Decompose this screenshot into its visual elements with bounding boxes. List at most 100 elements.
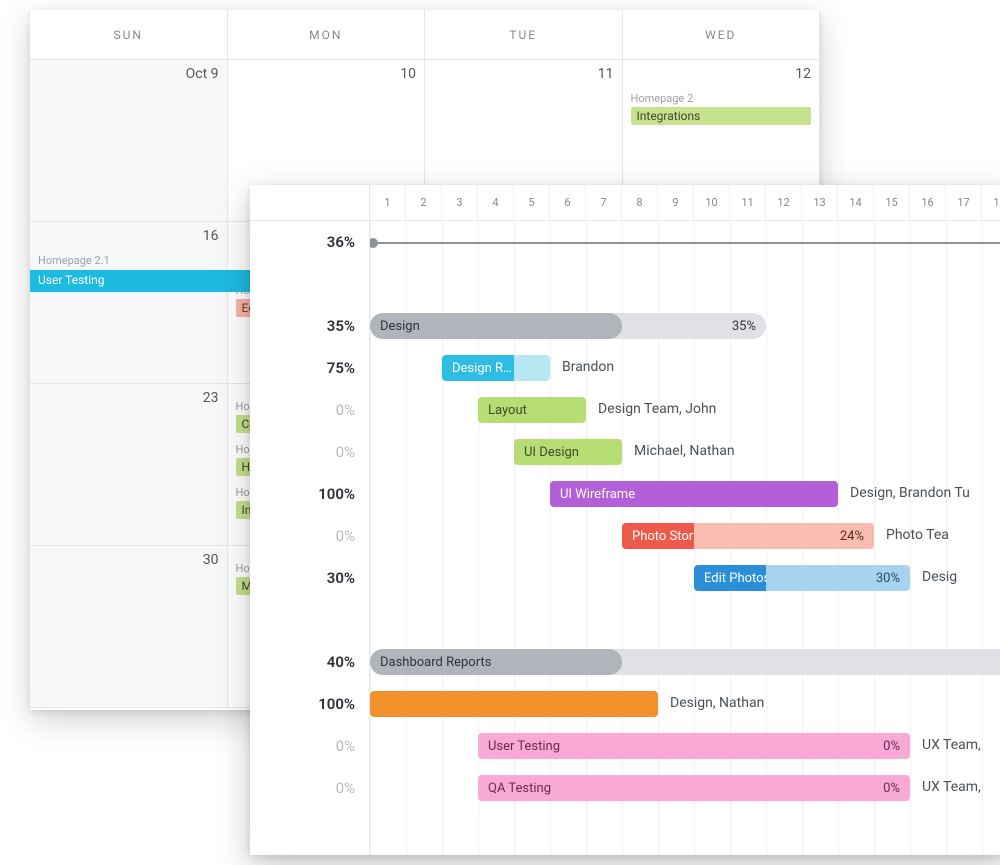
task-label: Photo Story xyxy=(622,523,694,549)
ruler-day: 18 xyxy=(982,185,1000,220)
gantt-task-bar[interactable]: QA Testing 0% xyxy=(478,775,910,801)
task-assignee: UX Team, xyxy=(922,779,981,795)
gantt-task-bar[interactable]: Design R… xyxy=(442,355,550,381)
ruler-day: 15 xyxy=(874,185,910,220)
task-percent: 0% xyxy=(875,781,900,796)
gantt-row: Photo Story24% Photo Tea xyxy=(370,515,1000,557)
ruler-day: 12 xyxy=(766,185,802,220)
gantt-task-bar[interactable]: UI Design xyxy=(514,439,622,465)
event-chip[interactable]: Integrations xyxy=(631,107,812,125)
ruler-day: 13 xyxy=(802,185,838,220)
calendar-day-header: SUN MON TUE WED xyxy=(30,10,820,60)
task-label: Edit Photos xyxy=(694,565,766,591)
task-label: User Testing xyxy=(488,739,560,754)
gantt-row: UI Design Michael, Nathan xyxy=(370,431,1000,473)
task-percent: 30% xyxy=(766,565,910,591)
task-assignee: Michael, Nathan xyxy=(634,443,735,459)
gantt-row: Layout Design Team, John xyxy=(370,389,1000,431)
ruler-day: 10 xyxy=(694,185,730,220)
gantt-task-bar[interactable]: Photo Story24% xyxy=(622,523,874,549)
gantt-row: Design, Nathan xyxy=(370,683,1000,725)
calendar-cell[interactable]: Oct 9 xyxy=(30,60,228,222)
progress-percent: 0% xyxy=(250,389,369,431)
group-label: Design xyxy=(380,319,420,334)
ruler-day: 14 xyxy=(838,185,874,220)
gantt-row: User Testing 0% UX Team, xyxy=(370,725,1000,767)
event-title: Homepage 2 xyxy=(631,92,812,105)
gantt-group-progress[interactable]: Design xyxy=(370,313,622,339)
progress-percent: 75% xyxy=(250,347,369,389)
gantt-task-bar[interactable]: Edit Photos30% xyxy=(694,565,910,591)
calendar-cell[interactable]: 16 Homepage 2.1 xyxy=(30,222,228,384)
task-label: UI Design xyxy=(524,445,579,460)
task-assignee: Photo Tea xyxy=(886,527,949,543)
cell-date: 10 xyxy=(236,66,417,82)
task-assignee: Design, Nathan xyxy=(670,695,764,711)
gantt-row: Edit Photos30% Desig xyxy=(370,557,1000,599)
timeline-separator xyxy=(370,242,1000,244)
gantt-task-bar[interactable]: Layout xyxy=(478,397,586,423)
task-assignee: Desig xyxy=(922,569,957,585)
group-percent: 35% xyxy=(724,319,756,334)
progress-percent: 30% xyxy=(250,557,369,599)
ruler-day: 4 xyxy=(478,185,514,220)
cell-date: 16 xyxy=(38,228,219,244)
task-assignee: Design Team, John xyxy=(598,401,716,417)
progress-percent: 40% xyxy=(250,641,369,683)
event-title: Homepage 2.1 xyxy=(38,254,219,267)
gantt-row: 35% Design xyxy=(370,305,1000,347)
ruler-day: 3 xyxy=(442,185,478,220)
progress-percent: 0% xyxy=(250,767,369,809)
progress-percent: 0% xyxy=(250,515,369,557)
ruler-day: 5 xyxy=(514,185,550,220)
task-percent: 0% xyxy=(875,739,900,754)
progress-percent xyxy=(250,599,369,641)
gantt-row xyxy=(370,221,1000,263)
progress-percent xyxy=(250,263,369,305)
calendar-cell[interactable]: 30 xyxy=(30,546,228,708)
gantt-row: UI Wireframe Design, Brandon Tu xyxy=(370,473,1000,515)
ruler-day: 7 xyxy=(586,185,622,220)
progress-percent: 100% xyxy=(250,473,369,515)
day-wed: WED xyxy=(623,10,821,59)
task-label: QA Testing xyxy=(488,781,551,796)
gantt-left-column: 36%35%75%0%0%100%0%30%40%100%0%0% xyxy=(250,185,370,855)
task-label: Layout xyxy=(488,403,527,418)
gantt-task-bar[interactable]: UI Wireframe xyxy=(550,481,838,507)
cell-date: 23 xyxy=(38,390,219,406)
day-tue: TUE xyxy=(425,10,623,59)
gantt-group-progress[interactable]: Dashboard Reports xyxy=(370,649,622,675)
gantt-timeline[interactable]: 123456789101112131415161718 35%DesignDes… xyxy=(370,185,1000,855)
gantt-row xyxy=(370,263,1000,305)
task-label: Design R… xyxy=(442,355,514,381)
ruler-day: 2 xyxy=(406,185,442,220)
ruler-day: 11 xyxy=(730,185,766,220)
gantt-task-bar[interactable] xyxy=(370,691,658,717)
day-mon: MON xyxy=(228,10,426,59)
progress-percent: 100% xyxy=(250,683,369,725)
progress-percent: 36% xyxy=(250,221,369,263)
ruler-day: 6 xyxy=(550,185,586,220)
gantt-ruler: 123456789101112131415161718 xyxy=(370,185,1000,221)
ruler-day: 16 xyxy=(910,185,946,220)
calendar-cell[interactable]: 23 xyxy=(30,384,228,546)
gantt-card: 36%35%75%0%0%100%0%30%40%100%0%0% 123456… xyxy=(250,185,1000,855)
cell-date: 30 xyxy=(38,552,219,568)
cell-date: 11 xyxy=(433,66,614,82)
task-percent: 24% xyxy=(694,523,874,549)
ruler-day: 1 xyxy=(370,185,406,220)
progress-percent: 0% xyxy=(250,431,369,473)
gantt-row: QA Testing 0% UX Team, xyxy=(370,767,1000,809)
progress-percent: 35% xyxy=(250,305,369,347)
gantt-row xyxy=(370,599,1000,641)
progress-percent: 0% xyxy=(250,725,369,767)
gantt-row: Dashboard Reports xyxy=(370,641,1000,683)
task-assignee: UX Team, xyxy=(922,737,981,753)
task-assignee: Brandon xyxy=(562,359,614,375)
task-label: UI Wireframe xyxy=(560,487,635,502)
ruler-day: 8 xyxy=(622,185,658,220)
ruler-day: 17 xyxy=(946,185,982,220)
gantt-task-bar[interactable]: User Testing 0% xyxy=(478,733,910,759)
cell-date: 12 xyxy=(631,66,812,82)
task-assignee: Design, Brandon Tu xyxy=(850,485,970,501)
